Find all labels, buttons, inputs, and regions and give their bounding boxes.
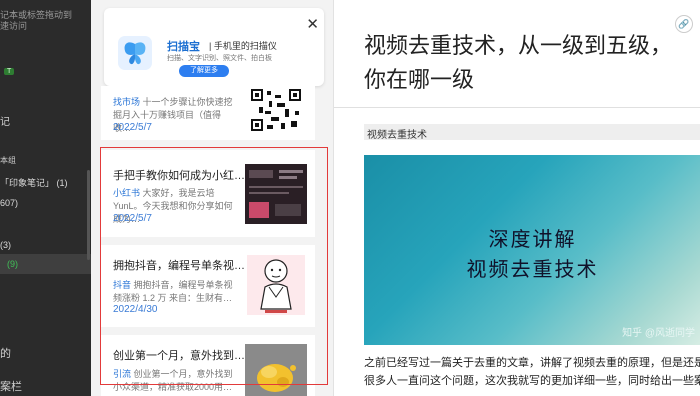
hero-line-2: 视频去重技术 — [466, 257, 599, 281]
title-divider — [334, 107, 700, 108]
article-hero-image: 深度讲解 视频去重技术 知乎 @风逝同学 — [364, 155, 700, 345]
link-icon[interactable]: 🔗 — [675, 15, 693, 33]
note-date: 2022/5/7 — [113, 213, 152, 224]
note-card[interactable]: 创业第一个月，意外找到… 引流 创业第一个月，意外找到小众渠道，精准获取2000… — [101, 335, 315, 396]
note-title: 拥抱抖音，编程号单条视… — [113, 260, 245, 272]
note-card[interactable]: 拥抱抖音，编程号单条视… 抖音 拥抱抖音，编程号单条视频涨粉 1.2 万 来自：… — [101, 245, 315, 327]
ad-slogan: | 手机里的扫描仪 — [209, 41, 277, 51]
sidebar-item-count[interactable]: 607) — [0, 198, 18, 208]
note-source: 抖音 — [113, 280, 132, 290]
note-thumbnail — [245, 344, 307, 396]
cartoon-thumbnail — [245, 253, 307, 317]
note-snippet: 抖音 拥抱抖音，编程号单条视频涨粉 1.2 万 来自：生财有… — [113, 279, 238, 305]
note-snippet: 引流 创业第一个月，意外找到小众渠道，精准获取2000用… — [113, 368, 238, 394]
learn-more-button[interactable]: 了解更多 — [179, 65, 229, 77]
sidebar-item-active[interactable]: (9) — [0, 254, 91, 274]
status-badge: T — [4, 68, 15, 75]
section-heading: 视频去重技术 — [364, 124, 700, 141]
note-thumbnail — [245, 164, 307, 224]
hint-line-2: 速访问 — [0, 21, 28, 31]
sidebar-shortcut-hint: 记本或标签拖动到 速访问 — [0, 10, 72, 32]
ad-features: 扫描、文字识别、照文件、拍白板 — [167, 55, 272, 62]
sidebar-item-notebook[interactable]: 「印象笔记」 (1) — [0, 176, 68, 189]
hint-line-1: 记本或标签拖动到 — [0, 10, 73, 20]
sidebar-item-active-count: (9) — [7, 259, 18, 269]
note-source: 小红书 — [113, 188, 141, 198]
ad-app-name: 扫描宝 — [167, 41, 200, 53]
note-snippet-text: 拥抱抖音，编程号单条视频涨粉 1.2 万 来自：生财有… — [113, 280, 233, 303]
note-list-panel: 扫描宝 | 手机里的扫描仪 扫描、文字识别、照文件、拍白板 了解更多 ✕ 找市场… — [91, 0, 330, 396]
sidebar-scrollbar[interactable] — [87, 170, 90, 260]
note-date: 2022/4/30 — [113, 304, 158, 315]
left-sidebar: 记本或标签拖动到 速访问 T 记 本组 「印象笔记」 (1) 607) (3) … — [0, 0, 91, 396]
note-title: 手把手教你如何成为小红… — [113, 170, 245, 182]
note-source: 找市场 — [113, 97, 141, 107]
paragraph-line-1: 之前已经写过一篇关于去重的文章，讲解了视频去重的原理，但是还是有 — [364, 357, 700, 369]
hero-watermark: 知乎 @风逝同学 — [622, 328, 695, 339]
note-content-panel: 视频去重技术，从一级到五级，你在哪一级 🔗 视频去重技术 深度讲解 视频去重技术… — [333, 0, 700, 396]
paragraph-line-2: 很多人一直问这个问题，这次我就写的更加详细一些，同时给出一些案 — [364, 375, 700, 387]
section-heading-text: 视频去重技术 — [367, 130, 427, 141]
note-card[interactable]: 手把手教你如何成为小红… 小红书 大家好，我是云培YunL。今天我想和你分享如何… — [101, 150, 315, 237]
note-card[interactable]: 找市场 十一个步骤让你快速挖掘月入十万赚钱项目（值得收… 2022/5/7 — [101, 86, 315, 140]
ad-banner[interactable]: 扫描宝 | 手机里的扫描仪 扫描、文字识别、照文件、拍白板 了解更多 ✕ — [104, 8, 324, 86]
sidebar-item-archive[interactable]: 案栏 — [0, 378, 22, 394]
note-date: 2022/5/7 — [113, 122, 152, 133]
close-icon[interactable]: ✕ — [306, 17, 319, 32]
butterfly-logo-icon — [118, 36, 152, 70]
sidebar-section-notebooks: 本组 — [0, 156, 16, 165]
article-paragraph[interactable]: 之前已经写过一篇关于去重的文章，讲解了视频去重的原理，但是还是有 很多人一直问这… — [364, 354, 700, 390]
sidebar-item-de[interactable]: 的 — [0, 345, 11, 361]
hero-line-1: 深度讲解 — [488, 227, 577, 251]
note-snippet-text: 创业第一个月，意外找到小众渠道，精准获取2000用… — [113, 369, 233, 392]
note-title: 创业第一个月，意外找到… — [113, 350, 245, 362]
sidebar-item-three[interactable]: (3) — [0, 240, 11, 250]
sidebar-item-notes[interactable]: 记 — [0, 113, 10, 128]
note-title-heading[interactable]: 视频去重技术，从一级到五级，你在哪一级 — [364, 30, 684, 98]
note-source: 引流 — [113, 369, 132, 379]
qr-code-thumbnail — [245, 87, 307, 133]
